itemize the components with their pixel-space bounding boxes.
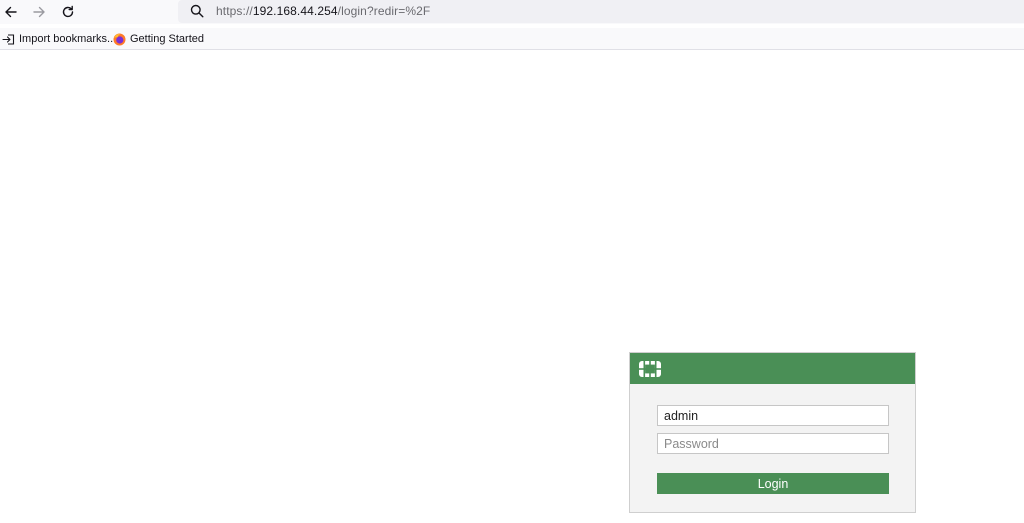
login-form: Login	[630, 384, 915, 512]
import-icon	[2, 33, 15, 45]
login-button[interactable]: Login	[657, 473, 889, 494]
search-icon	[190, 4, 204, 18]
forward-button[interactable]	[29, 2, 49, 22]
fortinet-logo-icon	[639, 361, 661, 377]
reload-icon	[62, 5, 74, 18]
browser-toolbar: https://192.168.44.254/login?redir=%2F	[0, 0, 1024, 24]
arrow-right-icon	[33, 6, 45, 18]
arrow-left-icon	[5, 6, 17, 18]
url-scheme: https://	[216, 4, 253, 18]
back-button[interactable]	[1, 2, 21, 22]
reload-button[interactable]	[58, 2, 78, 22]
firefox-icon	[113, 33, 126, 45]
login-header	[630, 353, 915, 384]
bookmarks-bar: Import bookmarks... Getting Started	[0, 28, 1024, 50]
address-bar[interactable]: https://192.168.44.254/login?redir=%2F	[178, 0, 1024, 23]
url-host: 192.168.44.254	[252, 4, 338, 18]
login-panel: Login	[629, 352, 916, 513]
bookmark-import[interactable]: Import bookmarks...	[2, 31, 116, 47]
username-field[interactable]	[657, 405, 889, 426]
password-field[interactable]	[657, 433, 889, 454]
bookmark-getting-started[interactable]: Getting Started	[113, 31, 204, 47]
url-text: https://192.168.44.254/login?redir=%2F	[216, 4, 430, 18]
bookmark-getting-started-label: Getting Started	[130, 33, 204, 45]
bookmark-import-label: Import bookmarks...	[19, 33, 117, 45]
url-path: /login?redir=%2F	[337, 4, 431, 18]
